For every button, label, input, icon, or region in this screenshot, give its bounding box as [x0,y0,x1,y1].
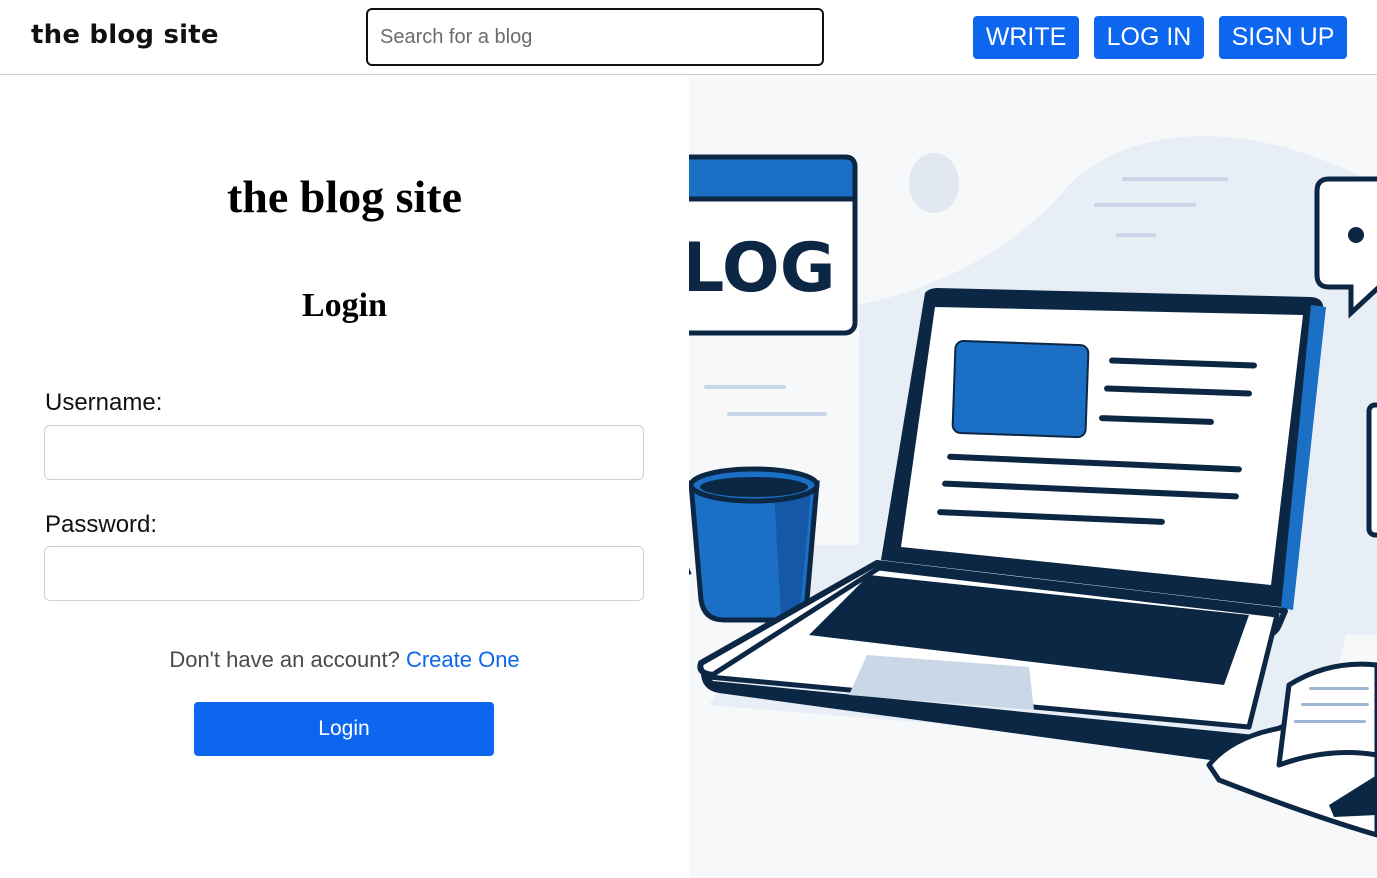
login-nav-button[interactable]: LOG IN [1094,16,1204,59]
page-title: Login [301,287,388,324]
login-submit-button[interactable]: Login [194,702,494,756]
top-navbar: the blog site WRITE LOG IN SIGN UP [0,0,1377,75]
username-label: Username: [45,389,163,416]
coffee-mug-icon [689,466,820,623]
signup-nav-button[interactable]: SIGN UP [1219,16,1347,59]
site-title: the blog site [226,171,463,222]
blogging-laptop-illustration: LOG [689,136,1377,838]
hero-illustration: LOG [689,75,1377,878]
password-label: Password: [45,511,158,538]
signup-prompt-text: Don't have an account? [169,647,400,672]
blog-sign-icon: LOG [689,154,858,336]
signup-prompt: Don't have an account? Create One [0,647,689,673]
brand-logo[interactable]: the blog site [31,20,219,50]
write-button[interactable]: WRITE [973,16,1079,59]
svg-text:LOG: LOG [689,229,836,308]
create-account-link[interactable]: Create One [406,647,520,672]
username-field[interactable] [44,425,644,480]
password-field[interactable] [44,546,644,601]
search-input[interactable] [366,8,824,66]
